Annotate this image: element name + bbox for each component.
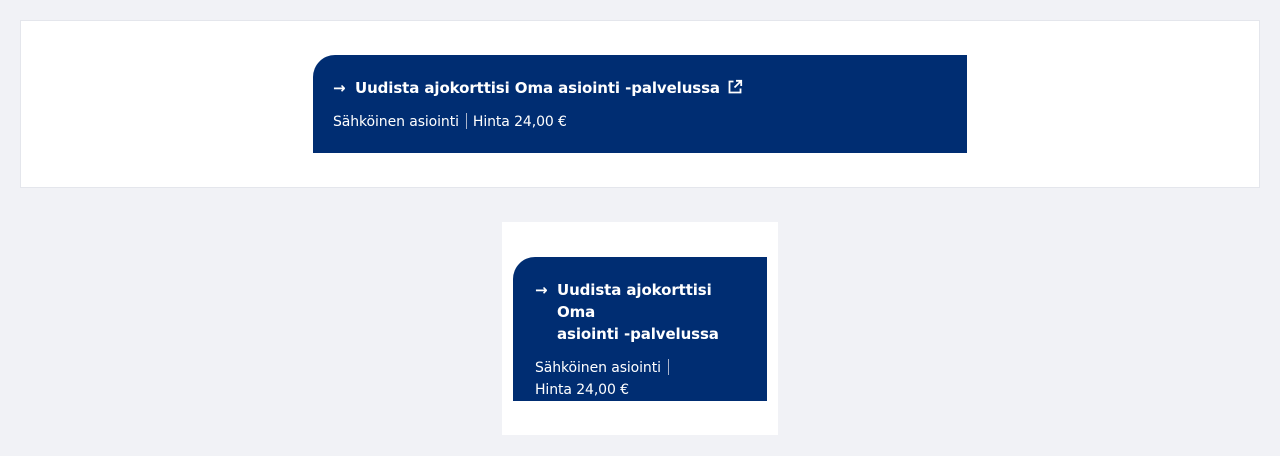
meta-divider [667,359,669,375]
link-title: Uudista ajokorttisi Oma asiointi -palvel… [557,279,747,345]
external-link-icon [727,79,743,101]
arrow-right-icon: → [333,79,346,97]
meta-divider [465,113,467,129]
price-label: Hinta 24,00 € [535,382,629,398]
service-type-label: Sähköinen asiointi [333,114,459,130]
link-title-line: asiointi -palvelussa [557,325,719,343]
link-title-row: → Uudista ajokorttisi Oma asiointi -palv… [333,77,947,101]
link-title: Uudista ajokorttisi Oma asiointi -palvel… [355,79,720,97]
service-type-label: Sähköinen asiointi [535,360,661,376]
link-title-line: Uudista ajokorttisi Oma [557,281,712,321]
renew-license-link-wide[interactable]: → Uudista ajokorttisi Oma asiointi -palv… [313,55,967,153]
link-meta: Sähköinen asiointi Hinta 24,00 € [333,111,947,133]
arrow-right-icon: → [535,281,548,299]
link-meta: Sähköinen asiointi Hinta 24,00 € [535,357,747,401]
renew-license-link-narrow[interactable]: → Uudista ajokorttisi Oma asiointi -palv… [513,257,767,401]
price-label: Hinta 24,00 € [472,114,567,130]
link-title-row: → Uudista ajokorttisi Oma asiointi -palv… [535,279,747,345]
